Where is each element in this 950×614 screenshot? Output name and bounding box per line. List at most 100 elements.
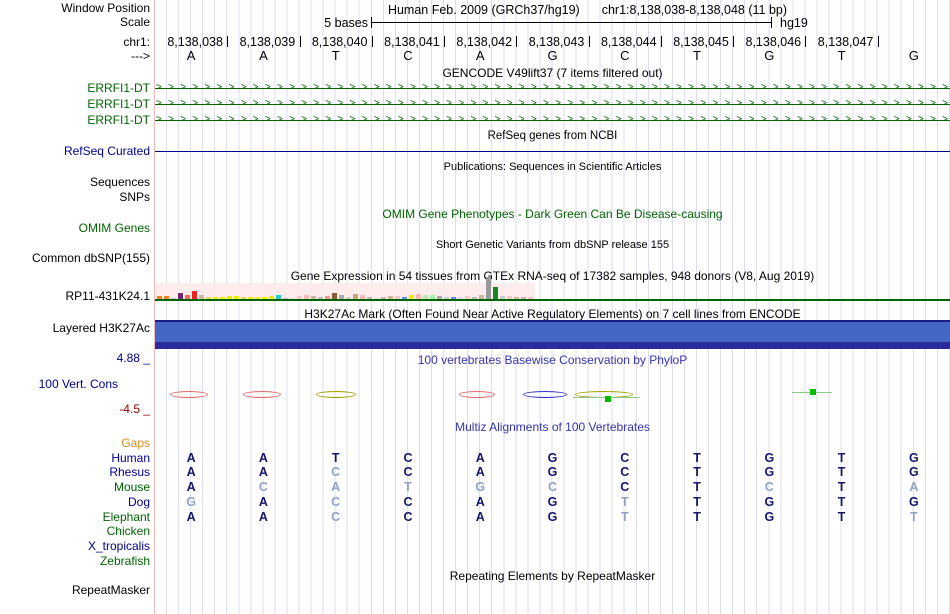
species-label[interactable]: Mouse [0, 481, 150, 494]
gene-name-label[interactable]: ERRFI1-DT [0, 114, 150, 127]
layered-h3k27ac-label[interactable]: Layered H3K27Ac [0, 322, 150, 335]
h3k27ac-signal-base[interactable] [155, 342, 950, 349]
alignment-base: A [468, 452, 492, 465]
strand-arrow-icon: > [168, 98, 174, 111]
h3k27ac-track-title[interactable]: H3K27Ac Mark (Often Found Near Active Re… [155, 308, 950, 320]
alignment-base: G [541, 496, 565, 509]
alignment-base: A [251, 452, 275, 465]
strand-arrow-icon: > [845, 114, 851, 127]
strand-arrow-icon: > [857, 98, 863, 111]
strand-arrow-icon: > [156, 114, 162, 127]
alignment-base: G [468, 481, 492, 494]
ruler-tick [878, 36, 879, 47]
strand-arrow-icon: > [374, 82, 380, 95]
sequence-base: G [902, 50, 926, 62]
strand-arrow-icon: > [301, 98, 307, 111]
strand-arrow-icon: > [410, 114, 416, 127]
conservation-track-title[interactable]: 100 vertebrates Basewise Conservation by… [155, 354, 950, 366]
strand-arrow-icon: > [555, 98, 561, 111]
omim-track-title[interactable]: OMIM Gene Phenotypes - Dark Green Can Be… [155, 208, 950, 220]
position-header: Human Feb. 2009 (GRCh37/hg19) chr1:8,138… [190, 3, 950, 17]
gene-row[interactable]: ERRFI1-DT>>>>>>>>>>>>>>>>>>>>>>>>>>>>>>>… [0, 98, 950, 111]
strand-arrow-icon: > [531, 114, 537, 127]
strand-arrow-icon: > [555, 114, 561, 127]
strand-arrow-icon: > [253, 114, 259, 127]
sequence-base: T [685, 50, 709, 62]
strand-arrow-icon: > [737, 82, 743, 95]
strand-arrow-icon: > [265, 114, 271, 127]
strand-arrow-icon: > [192, 114, 198, 127]
common-dbsnp-label[interactable]: Common dbSNP(155) [0, 252, 150, 265]
refseq-track-title[interactable]: RefSeq genes from NCBI [155, 130, 950, 142]
gtex-track-title[interactable]: Gene Expression in 54 tissues from GTEx … [155, 270, 950, 282]
strand-arrow-icon: > [640, 114, 646, 127]
ruler-tick [300, 36, 301, 47]
ruler-tick [589, 36, 590, 47]
omim-genes-label[interactable]: OMIM Genes [0, 222, 150, 235]
strand-arrow-icon: > [724, 82, 730, 95]
alignment-base: T [685, 496, 709, 509]
strand-arrow-icon: > [930, 98, 936, 111]
refseq-gene-line[interactable] [155, 151, 950, 152]
strand-arrow-icon: > [204, 82, 210, 95]
strand-arrow-icon: > [845, 82, 851, 95]
alignment-base: A [251, 511, 275, 524]
strand-arrow-icon: > [749, 98, 755, 111]
strand-arrow-icon: > [724, 98, 730, 111]
species-label[interactable]: Dog [0, 496, 150, 509]
multiz-track-title[interactable]: Multiz Alignments of 100 Vertebrates [155, 421, 950, 433]
strand-arrow-icon: > [216, 82, 222, 95]
alignment-base: T [830, 496, 854, 509]
strand-arrow-icon: > [785, 98, 791, 111]
strand-arrow-icon: > [265, 98, 271, 111]
alignment-base: G [902, 466, 926, 479]
strand-arrow-icon: > [289, 82, 295, 95]
strand-arrow-icon: > [204, 114, 210, 127]
strand-arrow-icon: > [761, 114, 767, 127]
conservation-mark [459, 391, 495, 398]
species-label[interactable]: Elephant [0, 511, 150, 524]
alignment-base: G [179, 496, 203, 509]
species-label[interactable]: X_tropicalis [0, 540, 150, 553]
gencode-track-title[interactable]: GENCODE V49lift37 (7 items filtered out) [155, 67, 950, 79]
species-label[interactable]: Chicken [0, 525, 150, 538]
strand-arrow-icon: > [918, 114, 924, 127]
sequence-base: A [251, 50, 275, 62]
publications-track-title[interactable]: Publications: Sequences in Scientific Ar… [155, 161, 950, 173]
strand-arrow-icon: > [640, 82, 646, 95]
strand-arrow-icon: > [446, 114, 452, 127]
strand-arrow-icon: > [700, 114, 706, 127]
strand-arrow-icon: > [676, 98, 682, 111]
species-label[interactable]: Human [0, 452, 150, 465]
gene-direction-arrows: >>>>>>>>>>>>>>>>>>>>>>>>>>>>>>>>>>>>>>>>… [156, 82, 948, 95]
strand-arrow-icon: > [942, 82, 948, 95]
repeatmasker-track-title[interactable]: Repeating Elements by RepeatMasker [155, 570, 950, 582]
gtex-gene-label[interactable]: RP11-431K24.1 [0, 290, 150, 303]
h3k27ac-signal-bar[interactable] [155, 322, 950, 342]
strand-arrow-icon: > [156, 82, 162, 95]
alignment-base: C [324, 496, 348, 509]
gene-row[interactable]: ERRFI1-DT>>>>>>>>>>>>>>>>>>>>>>>>>>>>>>>… [0, 114, 950, 127]
gene-row[interactable]: ERRFI1-DT>>>>>>>>>>>>>>>>>>>>>>>>>>>>>>>… [0, 82, 950, 95]
strand-arrow-icon: > [216, 98, 222, 111]
alignment-base: T [685, 481, 709, 494]
dbsnp-track-title[interactable]: Short Genetic Variants from dbSNP releas… [155, 239, 950, 251]
snps-label[interactable]: SNPs [0, 191, 150, 204]
alignment-base: T [830, 511, 854, 524]
species-label[interactable]: Rhesus [0, 466, 150, 479]
strand-arrow-icon: > [168, 114, 174, 127]
gtex-plot-background [155, 283, 535, 299]
strand-arrow-icon: > [797, 114, 803, 127]
repeatmasker-label[interactable]: RepeatMasker [0, 584, 150, 597]
strand-arrow-icon: > [833, 114, 839, 127]
strand-arrow-icon: > [737, 114, 743, 127]
species-label[interactable]: Gaps [0, 437, 150, 450]
gene-name-label[interactable]: ERRFI1-DT [0, 82, 150, 95]
sequences-label[interactable]: Sequences [0, 176, 150, 189]
strand-arrow-icon: > [603, 82, 609, 95]
alignment-base: C [324, 511, 348, 524]
gene-name-label[interactable]: ERRFI1-DT [0, 98, 150, 111]
refseq-curated-label[interactable]: RefSeq Curated [0, 145, 150, 158]
conservation-label[interactable]: 100 Vert. Cons [0, 378, 118, 391]
species-label[interactable]: Zebrafish [0, 555, 150, 568]
